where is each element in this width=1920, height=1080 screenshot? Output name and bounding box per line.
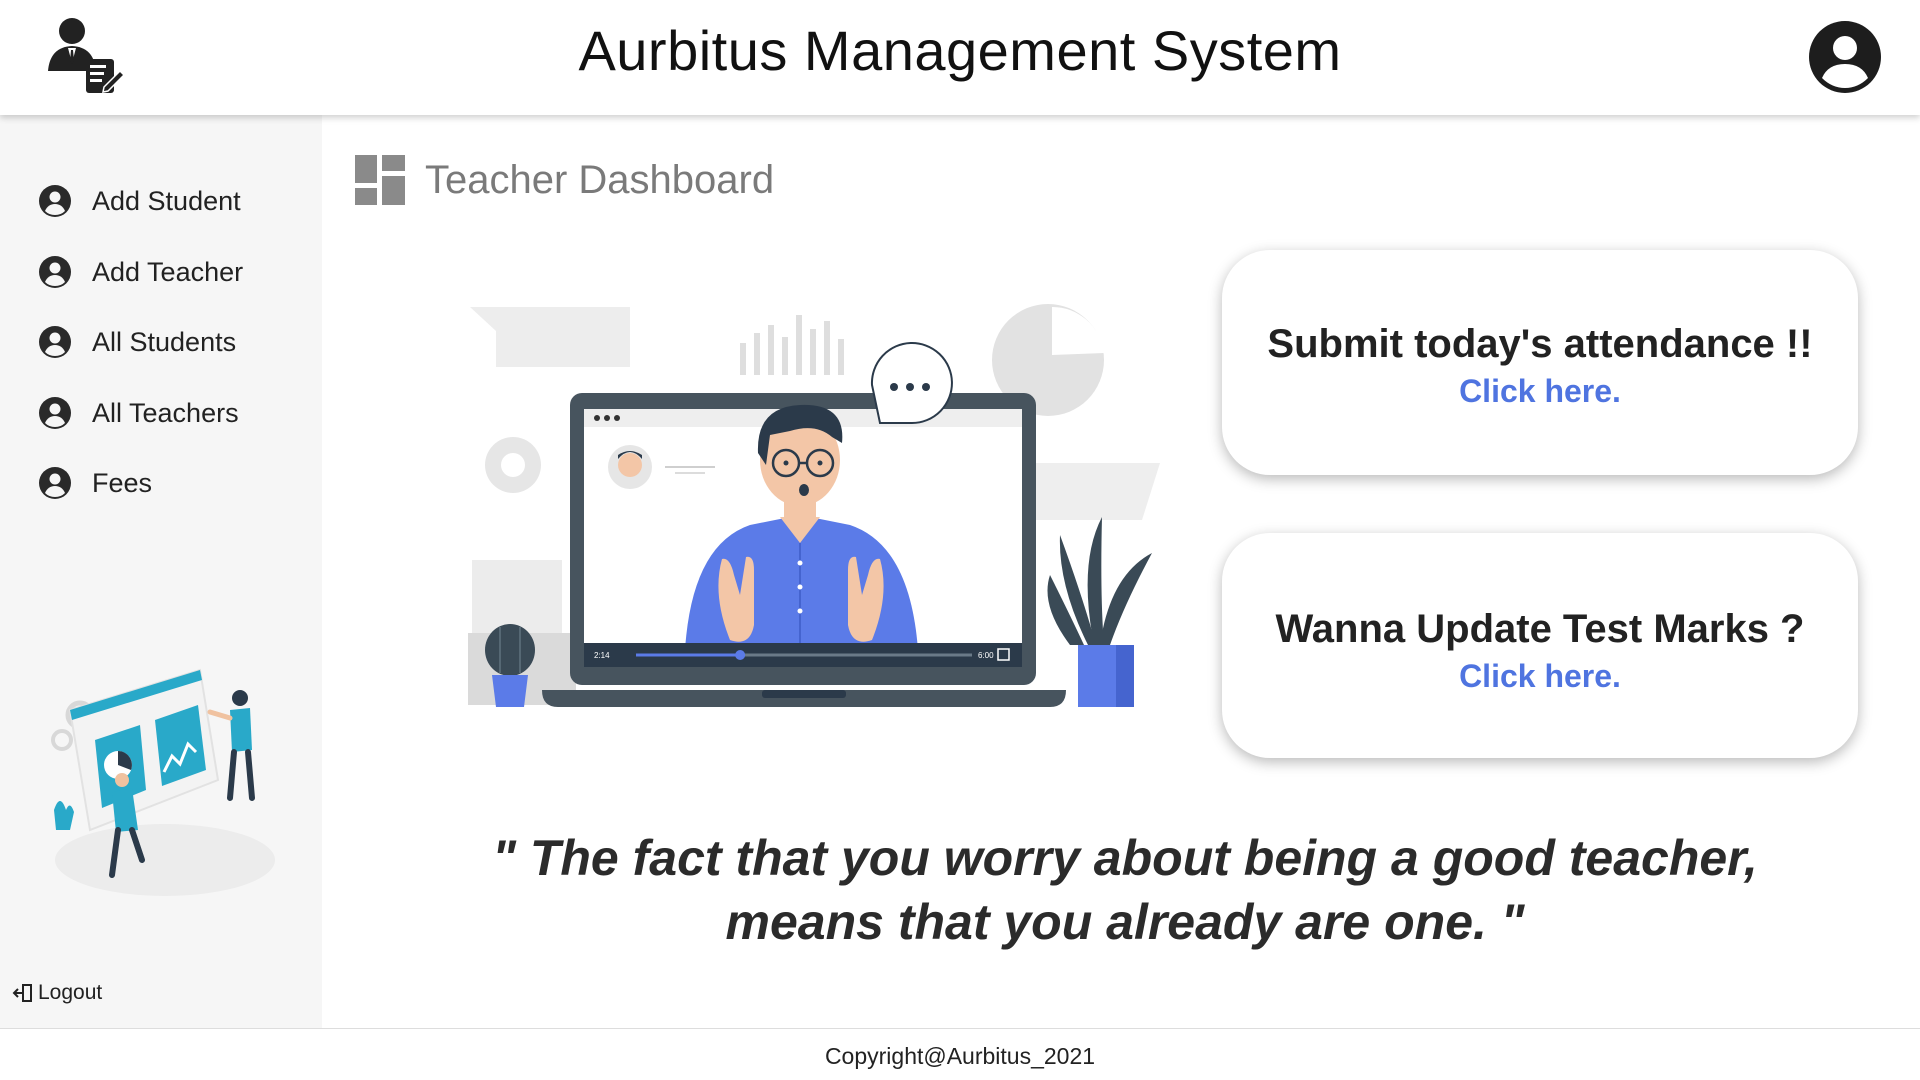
copyright-text: Copyright@Aurbitus_2021 [824,1043,1096,1069]
logout-label: Logout [38,981,103,1004]
sidebar-item-add-student[interactable]: Add Student [38,181,241,221]
user-circle-icon [39,185,71,217]
quote-line: means that you already are one. " [725,894,1525,950]
card-title: Wanna Update Test Marks ? [1275,607,1805,651]
sidebar: Add Student Add Teacher All Students All… [0,115,322,1028]
motivational-quote: " The fact that you worry about being a … [330,826,1920,954]
video-time-current: 2:14 [594,651,610,660]
top-header: Aurbitus Management System [0,0,1920,115]
app-title: Aurbitus Management System [578,19,1342,82]
sidebar-item-label: Fees [92,467,153,498]
sidebar-item-label: Add Student [92,185,241,216]
video-time-total: 6:00 [978,651,994,660]
test-marks-card[interactable]: Wanna Update Test Marks ? Click here. [1222,533,1858,758]
online-teacher-illustration: 2:14 6:00 [468,304,1160,707]
user-circle-icon [39,467,71,499]
sidebar-item-all-students[interactable]: All Students [38,322,236,362]
sidebar-item-add-teacher[interactable]: Add Teacher [38,252,243,292]
logout-button[interactable]: Logout [12,981,102,1005]
attendance-card[interactable]: Submit today's attendance !! Click here. [1222,250,1858,475]
footer: Copyright@Aurbitus_2021 [0,1028,1920,1080]
attendance-link[interactable]: Click here. [1222,373,1858,410]
logout-icon [12,984,32,1002]
page-title: Teacher Dashboard [425,157,775,202]
quote-line: " The fact that you worry about being a … [492,830,1758,886]
test-marks-link[interactable]: Click here. [1222,658,1858,695]
user-circle-icon [39,326,71,358]
dashboard-icon [355,155,405,205]
sidebar-item-label: All Teachers [92,397,239,428]
user-circle-icon [39,397,71,429]
sidebar-item-label: Add Teacher [92,256,244,287]
user-circle-icon[interactable] [1808,20,1882,94]
analytics-illustration [51,668,275,896]
sidebar-item-all-teachers[interactable]: All Teachers [38,393,239,433]
video-progress-knob [735,650,746,660]
dashboard-heading: Teacher Dashboard [355,155,774,205]
sidebar-item-fees[interactable]: Fees [38,463,152,503]
user-circle-icon [39,256,71,288]
sidebar-item-label: All Students [92,326,237,357]
card-title: Submit today's attendance !! [1267,322,1813,366]
